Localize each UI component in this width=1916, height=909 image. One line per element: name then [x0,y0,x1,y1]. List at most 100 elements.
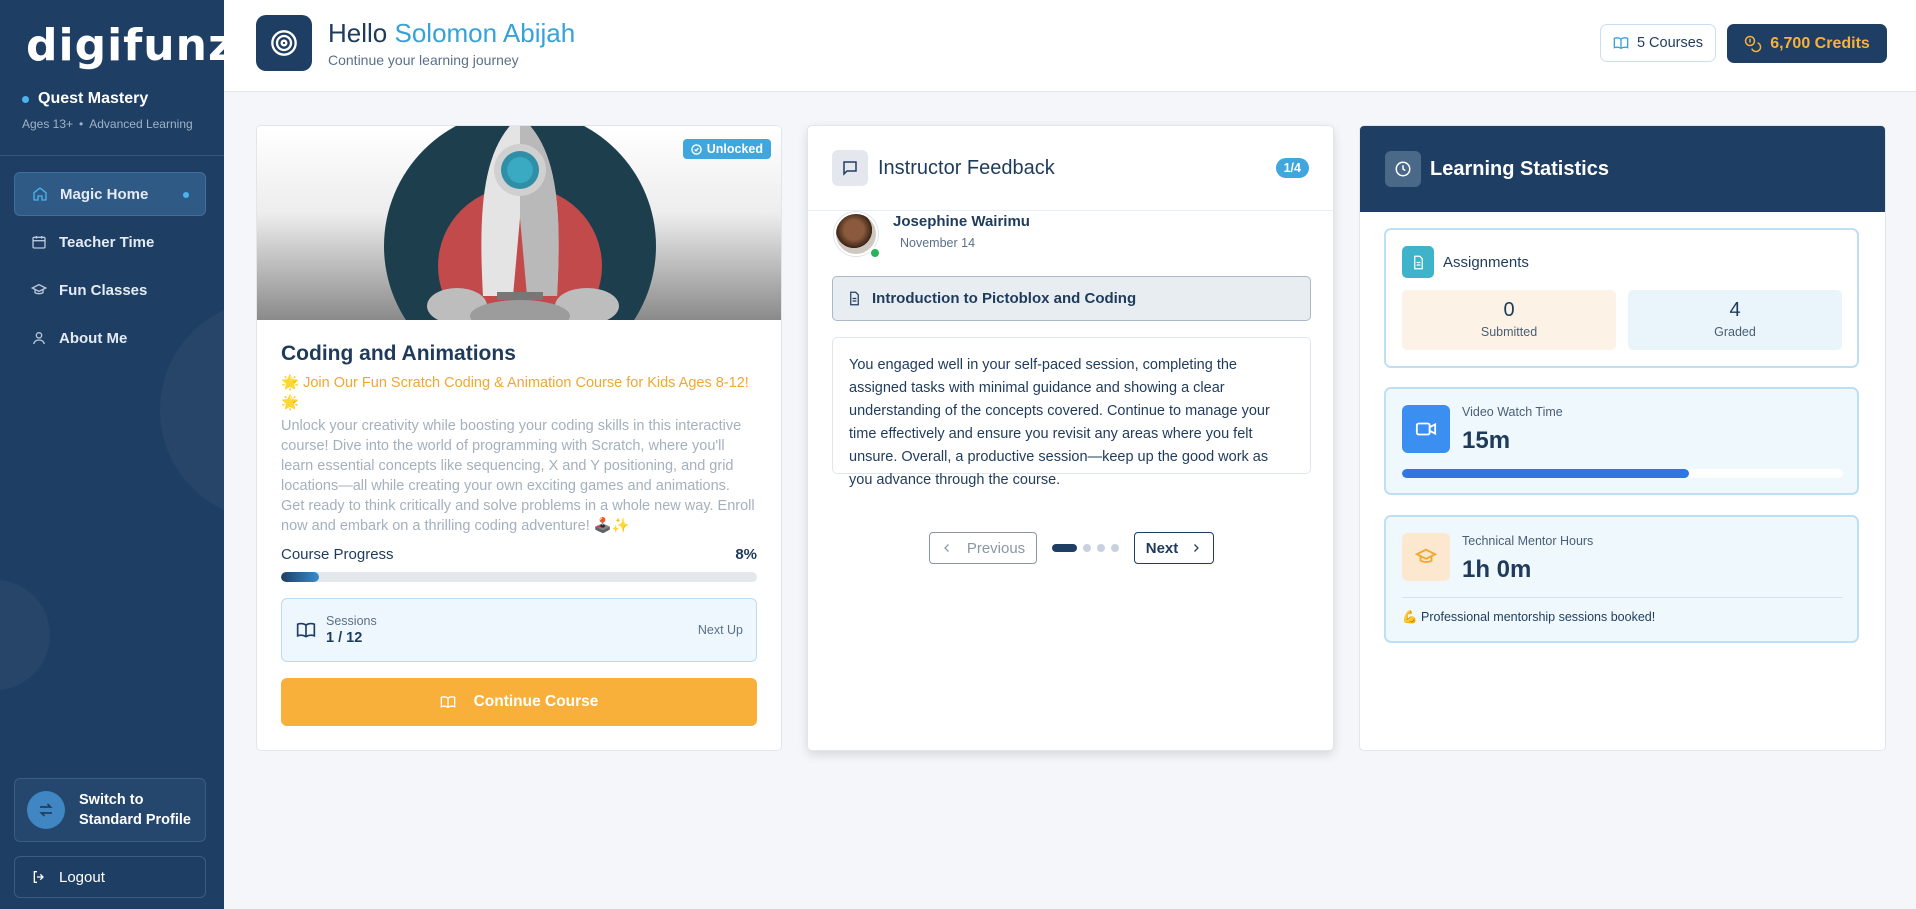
sessions-value: 1 / 12 [326,630,363,646]
mentor-note: 💪 Professional mentorship sessions booke… [1402,610,1656,624]
progress-label: Course Progress [281,546,394,563]
graduation-cap-icon [31,283,47,295]
pagination-dots [1049,544,1122,552]
course-title: Coding and Animations [281,342,516,365]
feedback-counter: 1/4 [1275,158,1309,178]
divider [1402,597,1843,598]
coins-icon [1744,35,1762,52]
feedback-title: Instructor Feedback [878,156,1055,179]
header-subtitle: Continue your learning journey [328,52,519,68]
document-icon [850,291,859,306]
sidebar-nav: Magic Home Teacher Time Fun Classes Abou… [14,172,206,364]
submitted-count: 0 [1503,299,1515,321]
progress-percent: 8% [735,546,757,563]
course-image: Unlocked [257,126,781,320]
check-circle-icon [690,143,702,155]
continue-course-label: Continue Course [473,693,599,710]
mentor-hours-panel: Technical Mentor Hours 1h 0m 💪 Professio… [1384,515,1859,643]
profile-name: Quest Mastery [22,90,148,108]
sidebar-item-fun-classes[interactable]: Fun Classes [14,268,206,312]
sessions-box[interactable]: Sessions 1 / 12 Next Up [281,598,757,662]
user-name: Solomon Abijah [394,18,576,48]
video-watch-time-value: 15m [1462,427,1511,454]
feedback-pagination: Previous Next [808,532,1335,564]
previous-button[interactable]: Previous [929,532,1037,564]
profile-level: Advanced Learning [89,117,193,131]
feedback-text: You engaged well in your self-paced sess… [832,337,1311,488]
switch-profile-label: Switch to Standard Profile [79,792,191,828]
instructor-name: Josephine Wairimu [893,213,1030,230]
graded-count: 4 [1729,299,1741,321]
continue-course-button[interactable]: Continue Course [281,678,757,726]
decorative-circle [0,580,50,690]
feedback-header: Instructor Feedback [832,150,1055,186]
greeting-word: Hello [328,18,388,48]
assignments-label: Assignments [1443,253,1529,271]
divider [0,155,224,156]
sidebar-item-label: Fun Classes [59,281,148,299]
feedback-topic-label: Introduction to Pictoblox and Coding [872,290,1137,307]
next-button[interactable]: Next [1134,532,1214,564]
active-indicator [183,192,189,198]
mentor-hours-value: 1h 0m [1462,556,1532,583]
course-card: Unlocked Coding and Animations 🌟 Join Ou… [256,125,782,751]
feedback-topic: Introduction to Pictoblox and Coding [832,276,1311,321]
greeting: Hello Solomon Abijah [328,18,575,49]
submitted-tile: 0 Submitted [1402,290,1616,350]
course-progress-bar [281,572,757,582]
unlocked-label: Unlocked [706,142,763,156]
profile-subtitle: Ages 13+ • Advanced Learning [22,117,193,131]
switch-profile-button[interactable]: Switch to Standard Profile [14,778,206,842]
calendar-icon [32,236,46,249]
swap-icon [27,791,65,829]
video-progress-fill [1402,469,1689,478]
video-watch-time-panel: Video Watch Time 15m [1384,387,1859,495]
submitted-label: Submitted [1480,325,1538,339]
assignments-panel: Assignments 0 Submitted 4 Graded [1384,228,1859,368]
target-icon [256,15,312,71]
message-icon [832,150,868,186]
online-status-dot [869,247,881,259]
pagination-dot[interactable] [1083,544,1091,552]
logout-button[interactable]: Logout [14,856,206,898]
pagination-dot[interactable] [1052,544,1077,552]
instructor-feedback-card: Instructor Feedback 1/4 Josephine Wairim… [807,125,1335,751]
credits-button[interactable]: 6,700 Credits [1727,24,1887,63]
mentor-hours-label: Technical Mentor Hours [1462,534,1594,548]
sidebar-item-magic-home[interactable]: Magic Home [14,172,206,216]
sidebar-item-label: Teacher Time [59,233,155,251]
sidebar-item-label: About Me [59,329,128,347]
chevron-right-icon [1194,544,1200,552]
previous-label: Previous [966,539,1026,557]
home-icon [33,187,47,201]
sidebar-item-teacher-time[interactable]: Teacher Time [14,220,206,264]
courses-count-button[interactable]: 5 Courses [1600,24,1716,62]
logo[interactable]: digifunzi [26,20,224,71]
book-open-icon [296,622,316,638]
clock-icon [1385,151,1421,187]
pagination-dot[interactable] [1097,544,1105,552]
sidebar-item-about-me[interactable]: About Me [14,316,206,360]
video-progress-bar [1402,469,1843,478]
book-icon [1613,37,1629,50]
stats-header: Learning Statistics [1360,126,1885,212]
video-watch-time-label: Video Watch Time [1462,405,1563,419]
feedback-date: November 14 [900,236,976,250]
divider [808,210,1335,211]
sidebar: digifunzi Quest Mastery Ages 13+•Advance… [0,0,224,909]
sessions-label: Sessions [326,614,377,628]
pagination-dot[interactable] [1111,544,1119,552]
graded-label: Graded [1714,325,1756,339]
next-up-label: Next Up [697,623,743,637]
credits-amount: 6,700 Credits [1770,34,1870,52]
next-label: Next [1145,539,1179,557]
stats-title: Learning Statistics [1430,157,1609,180]
course-body: Coding and Animations 🌟 Join Our Fun Scr… [257,342,781,726]
chevron-left-icon [943,544,949,552]
unlocked-badge: Unlocked [682,139,771,159]
courses-count: 5 Courses [1636,35,1704,51]
assignments-header: Assignments [1402,246,1529,278]
course-progress-header: Course Progress 8% [281,546,757,563]
learning-statistics-card: Learning Statistics Assignments 0 Submit… [1359,125,1886,751]
profile-name-text: Quest Mastery [38,90,149,107]
